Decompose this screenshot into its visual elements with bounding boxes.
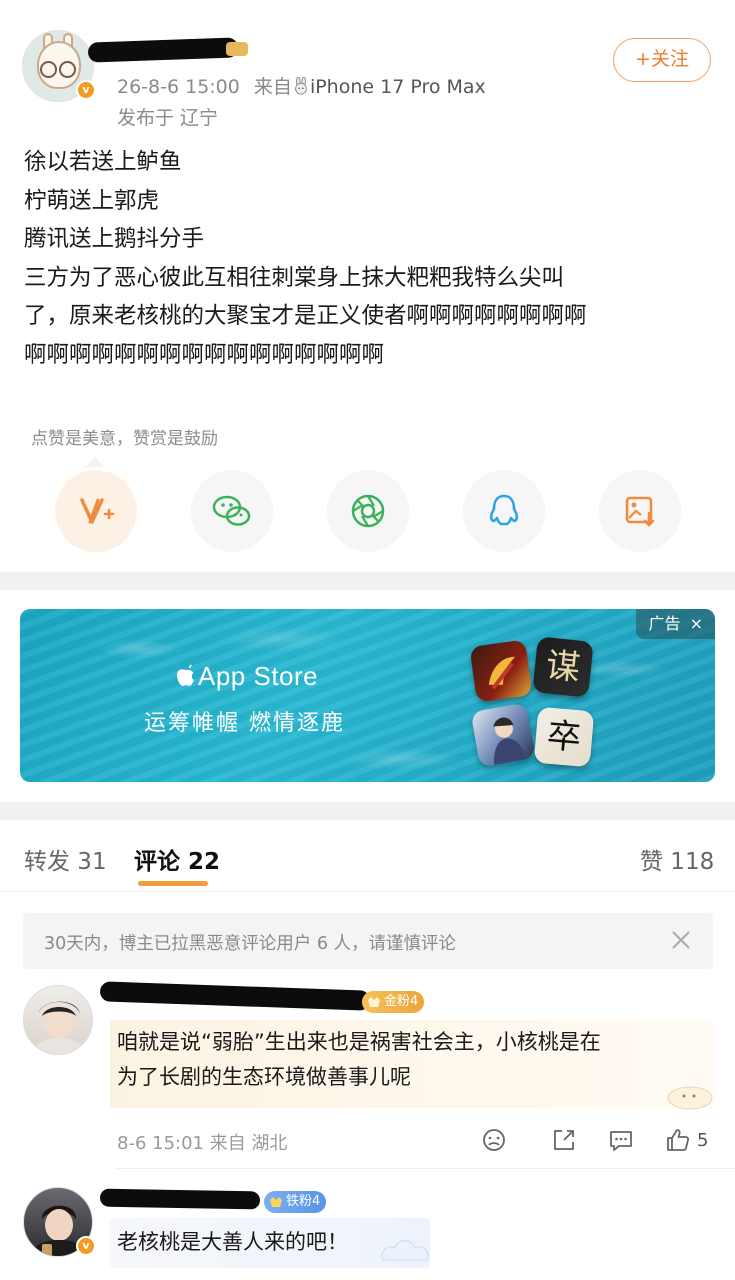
fan-badge-label: 金粉4 (384, 994, 419, 1009)
content-line: 啊啊啊啊啊啊啊啊啊啊啊啊啊啊啊啊 (24, 341, 385, 368)
follow-button[interactable]: +关注 (613, 38, 711, 82)
post-source-prefix: 来自 (253, 76, 292, 98)
avatar-glasses (40, 61, 57, 78)
active-tab-indicator (138, 881, 208, 886)
content-line: 腾讯送上鹅抖分手 (24, 226, 205, 252)
game-icon (470, 702, 536, 768)
game-character-icon (493, 717, 526, 766)
like-icon[interactable] (664, 1126, 692, 1154)
comment-text: 老核桃是大善人来的吧！ (117, 1225, 348, 1260)
section-divider (0, 572, 735, 590)
reply-icon[interactable] (607, 1126, 635, 1154)
game-icon-glyph: 谋 (544, 645, 582, 689)
game-icon-glyph: 卒 (545, 715, 583, 759)
close-icon: × (689, 614, 703, 633)
reward-icon (80, 498, 115, 524)
ad-close-tag[interactable]: 广告 × (636, 609, 715, 639)
close-icon[interactable] (667, 926, 695, 954)
comment-line: 咱就是说“弱胎”生出来也是祸害社会主，小核桃是在 (117, 1030, 601, 1054)
fan-badge-icon (368, 997, 380, 1007)
reward-button[interactable] (55, 470, 137, 552)
ad-label: 广告 (648, 614, 681, 633)
ad-section: 广告 × App Store 运筹帷幄 燃情逐鹿 谋 卒 (0, 590, 735, 802)
member-crown-icon (226, 42, 248, 56)
game-icon: 卒 (533, 706, 595, 768)
share-row (0, 470, 735, 552)
fan-badge-icon (270, 1197, 282, 1207)
share-moments-button[interactable] (327, 470, 409, 552)
rabbit-icon (295, 77, 307, 95)
redacted-username (99, 1188, 261, 1210)
fan-badge-label: 铁粉4 (286, 1194, 321, 1209)
commenter-avatar[interactable] (23, 985, 93, 1055)
avatar-glasses (59, 61, 76, 78)
repost-icon[interactable] (550, 1126, 578, 1154)
comment-line: 为了长剧的生态环境做善事儿呢 (117, 1065, 411, 1089)
block-notice: 30天内，博主已拉黑恶意评论用户 6 人，请谨慎评论 (23, 913, 713, 969)
block-notice-text: 30天内，博主已拉黑恶意评论用户 6 人，请谨慎评论 (44, 934, 457, 954)
content-line: 了，原来老核桃的大聚宝才是正义使者啊啊啊啊啊啊啊啊 (24, 303, 587, 329)
avatar-portrait (32, 1001, 86, 1054)
post-device: iPhone 17 Pro Max (309, 76, 486, 98)
save-image-button[interactable] (599, 470, 681, 552)
reward-hint-pointer (86, 457, 104, 467)
bubble-decoration-icon (667, 1086, 713, 1110)
tab-comments[interactable]: 评论 22 (134, 842, 220, 876)
comment-text: 咱就是说“弱胎”生出来也是祸害社会主，小核桃是在 为了长剧的生态环境做善事儿呢 (117, 1025, 601, 1095)
ad-slogan: 运筹帷幄 燃情逐鹿 (144, 711, 345, 736)
fan-badge: 金粉4 (362, 991, 425, 1013)
post-location: 发布于 辽宁 (117, 107, 219, 129)
redacted-username (87, 37, 239, 63)
apple-logo-icon (176, 664, 194, 686)
reward-hint: 点赞是美意，赞赏是鼓励 (31, 429, 218, 449)
wechat-icon (212, 495, 251, 526)
share-qq-button[interactable] (463, 470, 545, 552)
section-divider (0, 802, 735, 820)
post-card: v 26-8-6 15:00 来自 iPhone 17 Pro Max 发布于 辽… (0, 0, 735, 572)
comment-line: 老核桃是大善人来的吧！ (117, 1230, 348, 1254)
game-emblem-icon (488, 656, 516, 690)
content-line: 柠萌送上郭虎 (24, 187, 160, 214)
comment-divider (117, 1168, 735, 1169)
comment-meta: 8-6 15:01 来自 湖北 (117, 1133, 288, 1154)
comment-like-count: 5 (697, 1130, 709, 1151)
redacted-username (99, 981, 371, 1011)
interaction-tabs: 转发 31 评论 22 赞 118 (0, 820, 735, 892)
verified-badge-icon: v (76, 1236, 96, 1256)
content-line: 三方为了恶心彼此互相往刺棠身上抹大粑粑我特么尖叫 (24, 264, 565, 291)
post-timestamp: 26-8-6 15:00 (117, 76, 240, 98)
moments-icon (351, 494, 385, 528)
post-meta: 26-8-6 15:00 来自 iPhone 17 Pro Max (117, 72, 486, 99)
qq-icon (489, 494, 519, 526)
dislike-icon[interactable] (480, 1126, 508, 1154)
share-wechat-button[interactable] (191, 470, 273, 552)
ad-store-name: App Store (198, 661, 319, 691)
fan-badge: 铁粉4 (264, 1191, 327, 1213)
save-image-icon (625, 496, 655, 527)
game-icon: 谋 (532, 636, 594, 698)
bubble-decoration-icon (381, 1240, 429, 1261)
tab-repost[interactable]: 转发 31 (24, 842, 107, 876)
game-icon (469, 639, 533, 703)
ad-banner[interactable]: 广告 × App Store 运筹帷幄 燃情逐鹿 谋 卒 (20, 609, 715, 782)
tab-likes[interactable]: 赞 118 (640, 842, 714, 876)
content-line: 徐以若送上鲈鱼 (24, 149, 182, 175)
verified-badge-icon: v (76, 80, 96, 100)
post-content: 徐以若送上鲈鱼 柠萌送上郭虎 腾讯送上鹅抖分手 三方为了恶心彼此互相往刺棠身上抹… (24, 143, 714, 374)
